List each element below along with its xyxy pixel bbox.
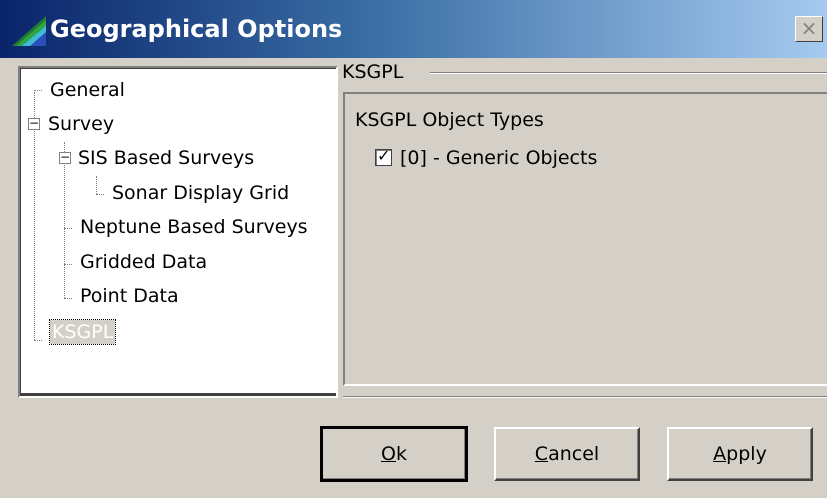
generic-objects-checkbox[interactable]: ✓ <box>375 146 392 166</box>
group-divider <box>430 72 827 73</box>
tree-item-survey[interactable]: Survey <box>48 112 114 136</box>
dialog-window: Geographical Options × General − Survey … <box>0 0 827 498</box>
apply-button[interactable]: Apply <box>667 427 813 481</box>
ok-button[interactable]: Ok <box>320 426 468 482</box>
app-icon <box>12 16 46 46</box>
options-tree[interactable]: General − Survey − SIS Based Surveys Son… <box>18 66 338 398</box>
tree-connector <box>96 176 97 194</box>
tree-item-general[interactable]: General <box>50 78 125 102</box>
tree-border <box>20 393 336 396</box>
close-icon: × <box>800 16 818 40</box>
tree-connector <box>34 90 42 91</box>
tree-connector <box>64 142 65 298</box>
cancel-label: ancel <box>548 443 600 465</box>
ksgpl-panel: KSGPL Object Types ✓ [0] - Generic Object… <box>343 92 827 386</box>
tree-item-point-data[interactable]: Point Data <box>80 284 179 308</box>
tree-connector <box>64 298 72 299</box>
title-bar[interactable]: Geographical Options × <box>0 0 827 58</box>
generic-objects-label[interactable]: [0] - Generic Objects <box>400 147 597 169</box>
ok-label: k <box>395 443 407 465</box>
tree-item-ksgpl[interactable]: KSGPL <box>48 319 117 345</box>
panel-separator <box>343 396 827 397</box>
tree-item-sis-based-surveys[interactable]: SIS Based Surveys <box>78 146 254 170</box>
tree-connector <box>96 194 104 195</box>
checkmark-icon: ✓ <box>377 146 391 165</box>
tree-item-gridded-data[interactable]: Gridded Data <box>80 250 207 274</box>
tree-connector <box>64 264 72 265</box>
cancel-mnemonic: C <box>534 443 549 465</box>
cancel-button[interactable]: Cancel <box>494 427 640 481</box>
apply-mnemonic: A <box>713 443 727 465</box>
collapse-icon[interactable]: − <box>59 151 71 164</box>
window-title: Geographical Options <box>50 15 343 43</box>
apply-label: pply <box>726 443 767 465</box>
tree-item-neptune-based-surveys[interactable]: Neptune Based Surveys <box>80 215 308 239</box>
generic-objects-row[interactable]: ✓ [0] - Generic Objects <box>375 146 597 170</box>
group-label: KSGPL <box>342 60 408 84</box>
tree-connector <box>64 228 72 229</box>
collapse-icon[interactable]: − <box>28 117 40 130</box>
tree-connector <box>34 340 42 341</box>
ok-mnemonic: O <box>381 443 396 465</box>
object-types-heading: KSGPL Object Types <box>355 109 544 131</box>
tree-item-sonar-display-grid[interactable]: Sonar Display Grid <box>112 181 289 205</box>
close-button[interactable]: × <box>795 16 823 42</box>
